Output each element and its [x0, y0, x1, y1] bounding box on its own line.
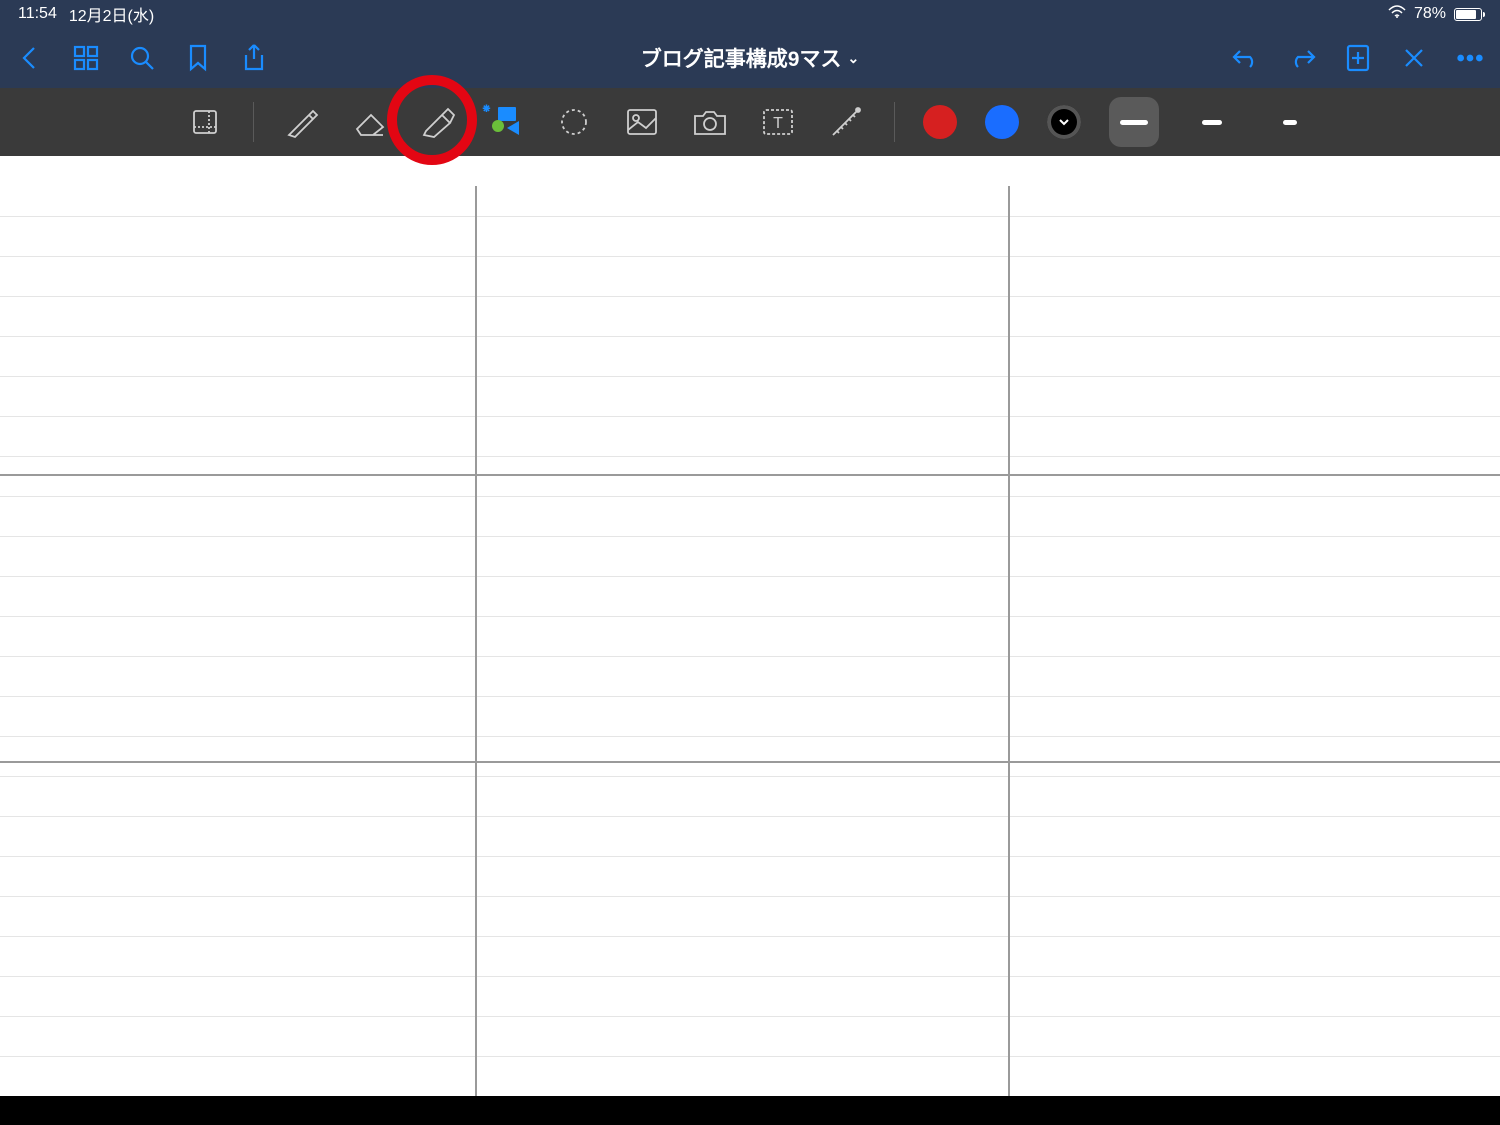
- svg-text:T: T: [773, 115, 783, 132]
- status-bar: 11:54 12月2日(水) 78%: [0, 0, 1500, 28]
- canvas[interactable]: [0, 156, 1500, 1096]
- camera-tool[interactable]: [690, 102, 730, 142]
- toolbar-separator: [253, 102, 254, 142]
- bluetooth-icon: ⁕: [481, 101, 492, 117]
- close-button[interactable]: [1400, 44, 1428, 72]
- toolbar: ⁕ T: [0, 88, 1500, 156]
- bookmark-button[interactable]: [184, 44, 212, 72]
- title-chevron-icon[interactable]: ⌄: [847, 50, 859, 67]
- text-tool[interactable]: T: [758, 102, 798, 142]
- back-button[interactable]: [16, 44, 44, 72]
- ruler-tool[interactable]: [826, 102, 866, 142]
- eraser-tool[interactable]: [350, 102, 390, 142]
- color-red[interactable]: [923, 105, 957, 139]
- stroke-thick[interactable]: [1109, 97, 1159, 147]
- toolbar-separator: [894, 102, 895, 142]
- highlighter-tool[interactable]: [418, 102, 458, 142]
- search-button[interactable]: [128, 44, 156, 72]
- more-button[interactable]: [1456, 44, 1484, 72]
- image-tool[interactable]: [622, 102, 662, 142]
- color-black[interactable]: [1047, 105, 1081, 139]
- share-button[interactable]: [240, 44, 268, 72]
- shapes-tool[interactable]: ⁕: [486, 102, 526, 142]
- stroke-medium[interactable]: [1187, 97, 1237, 147]
- undo-button[interactable]: [1232, 44, 1260, 72]
- status-date: 12月2日(水): [69, 2, 154, 26]
- pen-tool[interactable]: [282, 102, 322, 142]
- lasso-tool[interactable]: [554, 102, 594, 142]
- status-time: 11:54: [18, 5, 57, 23]
- color-blue[interactable]: [985, 105, 1019, 139]
- stroke-thin[interactable]: [1265, 97, 1315, 147]
- wifi-icon: [1388, 5, 1406, 24]
- add-page-button[interactable]: [1344, 44, 1372, 72]
- thumbnails-button[interactable]: [72, 44, 100, 72]
- nav-bar: ブログ記事構成9マス ⌄: [0, 28, 1500, 88]
- battery-icon: [1454, 8, 1482, 21]
- document-title[interactable]: ブログ記事構成9マス: [641, 43, 842, 73]
- battery-percent: 78%: [1414, 5, 1446, 23]
- page-tool[interactable]: [185, 102, 225, 142]
- redo-button[interactable]: [1288, 44, 1316, 72]
